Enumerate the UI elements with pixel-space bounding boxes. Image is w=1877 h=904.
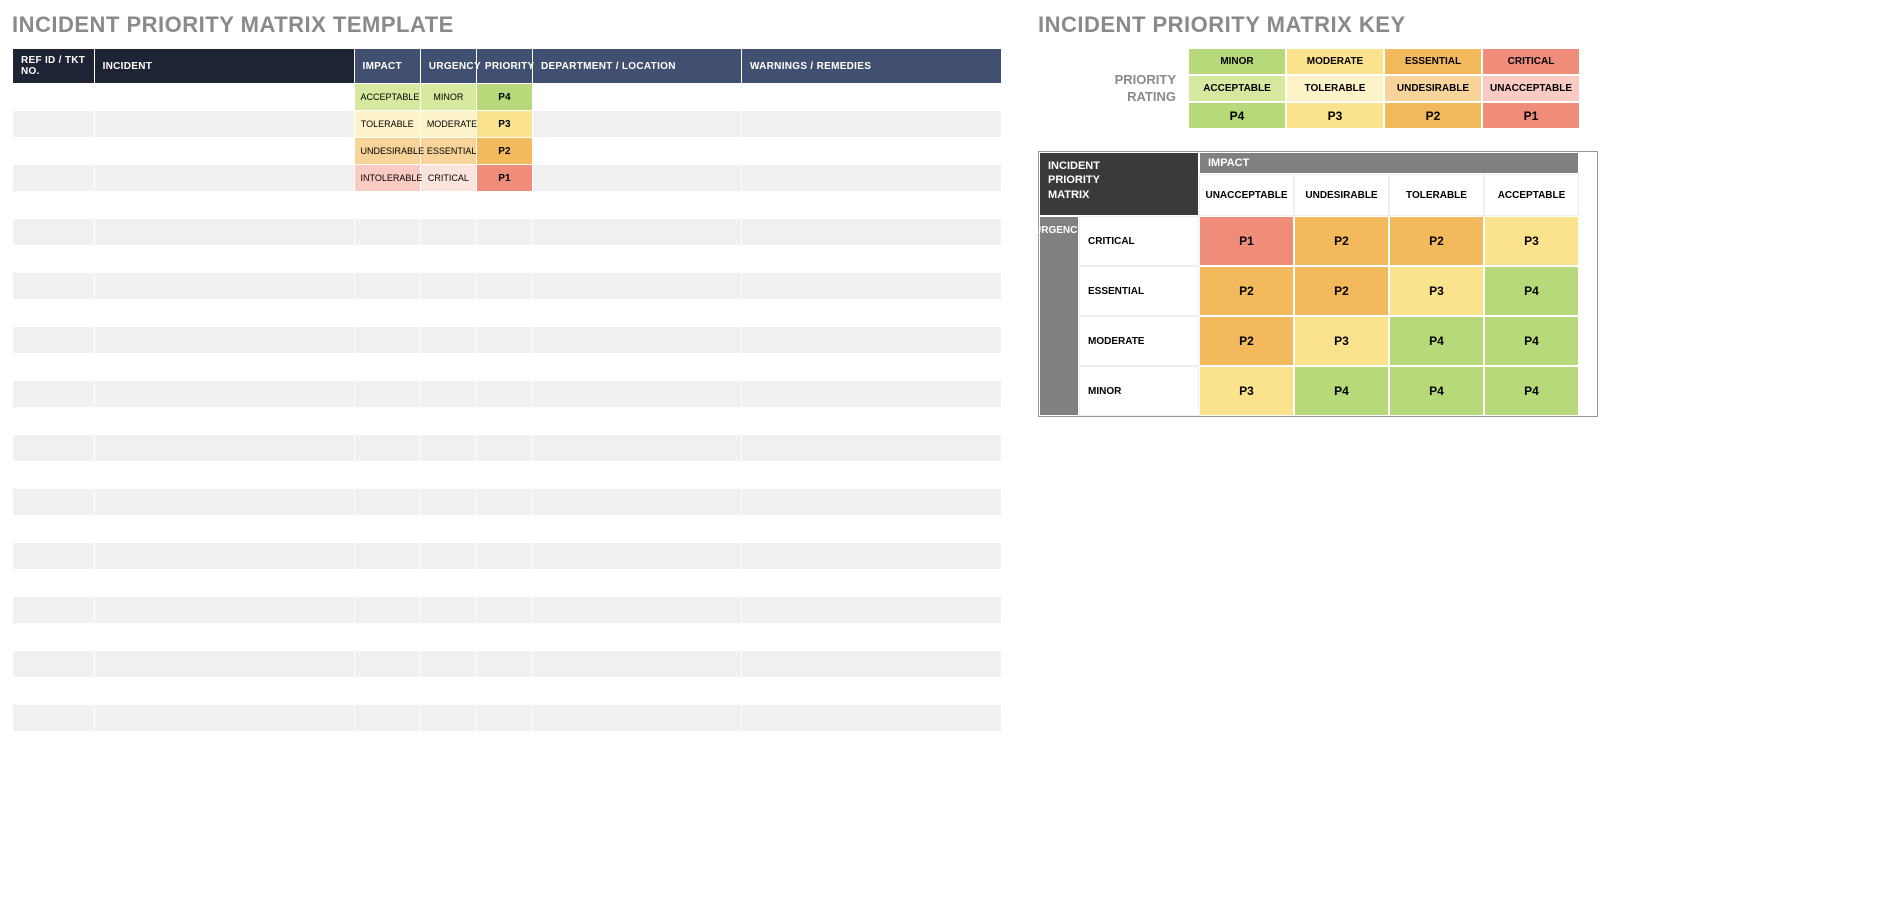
matrix-cell: P2 [1199,266,1294,316]
matrix-cell: P2 [1294,216,1389,266]
table-row[interactable]: TOLERABLEMODERATEP3 [13,111,1002,138]
table-row[interactable] [13,462,1002,489]
matrix-cell: P3 [1389,266,1484,316]
matrix-impact-header: IMPACT [1199,152,1579,174]
table-row[interactable] [13,570,1002,597]
matrix-cell: P3 [1294,316,1389,366]
key-section: INCIDENT PRIORITY MATRIX KEY PRIORITY RA… [1038,12,1598,417]
table-row[interactable] [13,246,1002,273]
matrix-impact-col: UNACCEPTABLE [1199,174,1294,216]
rating-priority: P4 [1188,102,1286,129]
table-row[interactable]: ACCEPTABLEMINORP4 [13,84,1002,111]
table-row[interactable] [13,678,1002,705]
col-header-incident: INCIDENT [94,49,354,84]
col-header-urgency: URGENCY [420,49,476,84]
rating-tolerability: TOLERABLE [1286,75,1384,102]
matrix-cell: P4 [1294,366,1389,416]
table-row[interactable] [13,381,1002,408]
matrix-impact-col: ACCEPTABLE [1484,174,1579,216]
rating-label-l2: RATING [1127,89,1176,104]
matrix-urgency-header: URGENCY [1039,216,1079,416]
matrix-cell: P4 [1484,316,1579,366]
rating-tolerability: UNDESIRABLE [1384,75,1482,102]
key-title: INCIDENT PRIORITY MATRIX KEY [1038,12,1598,38]
table-row[interactable] [13,273,1002,300]
matrix-cell: P4 [1484,266,1579,316]
template-title: INCIDENT PRIORITY MATRIX TEMPLATE [12,12,1002,38]
matrix-impact-col: TOLERABLE [1389,174,1484,216]
rating-priority: P1 [1482,102,1580,129]
priority-rating-key: PRIORITY RATING MINORMODERATEESSENTIALCR… [1038,48,1598,129]
matrix-cell: P2 [1199,316,1294,366]
col-header-ref: REF ID / TKT NO. [13,49,95,84]
matrix-cell: P4 [1484,366,1579,416]
table-row[interactable] [13,435,1002,462]
table-row[interactable] [13,300,1002,327]
matrix-cell: P2 [1294,266,1389,316]
col-header-priority: PRIORITY [476,49,532,84]
rating-header: MODERATE [1286,48,1384,75]
matrix-cell: P4 [1389,316,1484,366]
rating-tolerability: UNACCEPTABLE [1482,75,1580,102]
table-row[interactable] [13,354,1002,381]
table-row[interactable] [13,516,1002,543]
rating-priority: P2 [1384,102,1482,129]
matrix-cell: P3 [1484,216,1579,266]
rating-header: CRITICAL [1482,48,1580,75]
rating-priority: P3 [1286,102,1384,129]
table-row[interactable] [13,597,1002,624]
matrix-urgency-row: MODERATE [1079,316,1199,366]
rating-label: PRIORITY RATING [1038,72,1188,106]
matrix-urgency-row: MINOR [1079,366,1199,416]
matrix-urgency-row: ESSENTIAL [1079,266,1199,316]
template-section: INCIDENT PRIORITY MATRIX TEMPLATE REF ID… [12,12,1002,732]
table-row[interactable] [13,543,1002,570]
table-header-row: REF ID / TKT NO. INCIDENT IMPACT URGENCY… [13,49,1002,84]
rating-tolerability: ACCEPTABLE [1188,75,1286,102]
col-header-department: DEPARTMENT / LOCATION [532,49,741,84]
rating-header: MINOR [1188,48,1286,75]
table-row[interactable] [13,408,1002,435]
matrix-impact-col: UNDESIRABLE [1294,174,1389,216]
table-row[interactable] [13,651,1002,678]
priority-matrix: INCIDENTPRIORITYMATRIXIMPACTUNACCEPTABLE… [1038,151,1598,417]
matrix-cell: P1 [1199,216,1294,266]
rating-label-l1: PRIORITY [1115,72,1176,87]
col-header-impact: IMPACT [354,49,420,84]
matrix-cell: P4 [1389,366,1484,416]
matrix-cell: P3 [1199,366,1294,416]
table-row[interactable] [13,489,1002,516]
table-row[interactable] [13,705,1002,732]
table-row[interactable] [13,192,1002,219]
table-row[interactable] [13,219,1002,246]
matrix-corner: INCIDENTPRIORITYMATRIX [1039,152,1199,216]
table-row[interactable]: INTOLERABLECRITICALP1 [13,165,1002,192]
matrix-urgency-row: CRITICAL [1079,216,1199,266]
table-row[interactable]: UNDESIRABLEESSENTIALP2 [13,138,1002,165]
rating-header: ESSENTIAL [1384,48,1482,75]
table-row[interactable] [13,624,1002,651]
table-row[interactable] [13,327,1002,354]
matrix-cell: P2 [1389,216,1484,266]
col-header-warnings: WARNINGS / REMEDIES [741,49,1001,84]
template-table: REF ID / TKT NO. INCIDENT IMPACT URGENCY… [12,48,1002,732]
